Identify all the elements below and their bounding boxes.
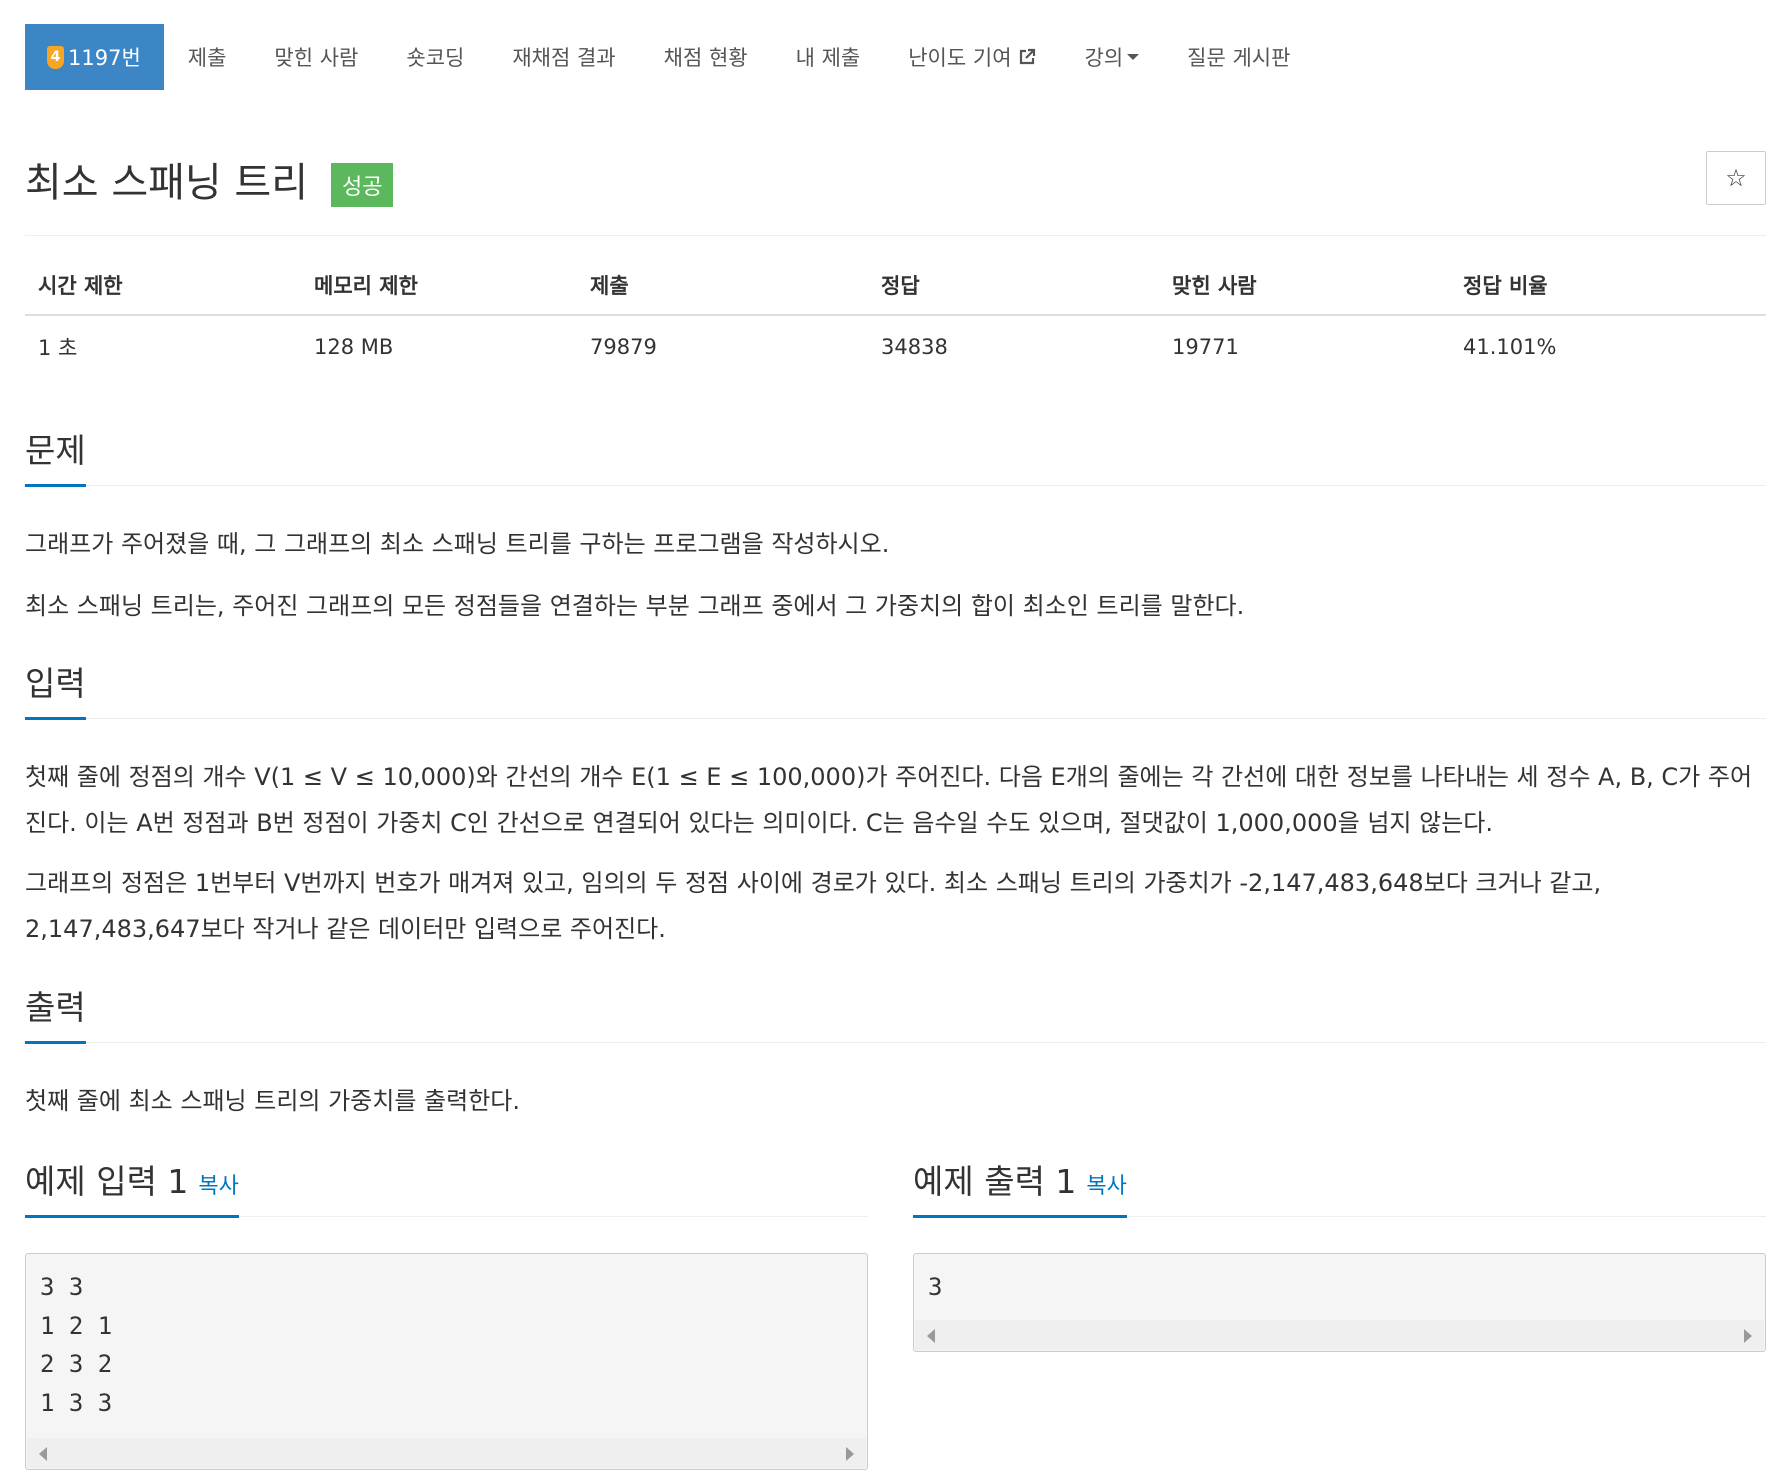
sample-input-box[interactable]: 3 3 1 2 1 2 3 2 1 3 3 <box>25 1253 868 1470</box>
input-description: 첫째 줄에 정점의 개수 V(1 ≤ V ≤ 10,000)와 간선의 개수 E… <box>25 763 1753 837</box>
nav-qna-board[interactable]: 질문 게시판 <box>1163 24 1314 90</box>
nav-solvers[interactable]: 맞힌 사람 <box>250 24 382 90</box>
table-header-row: 시간 제한 메모리 제한 제출 정답 맞힌 사람 정답 비율 <box>25 270 1766 316</box>
table-header: 메모리 제한 <box>301 270 577 316</box>
nav-difficulty-contribution[interactable]: 난이도 기여 <box>884 24 1060 90</box>
nav-lectures-label: 강의 <box>1084 46 1124 70</box>
table-cell: 19771 <box>1172 335 1239 359</box>
nav-problem-number[interactable]: 4 1197번 <box>25 24 164 90</box>
sample-input-header: 예제 입력 1 복사 <box>25 1146 868 1218</box>
sample-input-text: 3 3 1 2 1 2 3 2 1 3 3 <box>40 1273 113 1417</box>
problem-page: 4 1197번 제출 맞힌 사람 숏코딩 재채점 결과 채점 현황 내 제출 난… <box>0 0 1791 1478</box>
problem-nav: 4 1197번 제출 맞힌 사람 숏코딩 재채점 결과 채점 현황 내 제출 난… <box>25 24 1766 90</box>
scroll-left-icon[interactable] <box>927 1329 935 1343</box>
sample-output-header: 예제 출력 1 복사 <box>913 1146 1766 1218</box>
table-cell: 34838 <box>881 335 948 359</box>
table-row: 1 초 128 MB 79879 34838 19771 41.101% <box>25 315 1766 378</box>
nav-short-coding[interactable]: 숏코딩 <box>382 24 488 90</box>
external-link-icon <box>1019 48 1035 65</box>
problem-info-table: 시간 제한 메모리 제한 제출 정답 맞힌 사람 정답 비율 1 초 128 M… <box>25 270 1766 378</box>
caret-down-icon <box>1127 54 1140 60</box>
problem-number: 1197번 <box>68 46 141 70</box>
table-cell: 1 초 <box>38 336 78 360</box>
star-icon: ☆ <box>1725 164 1747 192</box>
section-output-header: 출력 <box>25 981 1766 1044</box>
section-problem-title: 문제 <box>25 424 86 487</box>
table-header: 정답 <box>868 270 1159 316</box>
section-input-title: 입력 <box>25 657 86 720</box>
sample-input-heading: 예제 입력 1 <box>25 1162 189 1201</box>
nav-my-submissions[interactable]: 내 제출 <box>772 24 885 90</box>
sample-output-box[interactable]: 3 <box>913 1253 1766 1352</box>
table-cell: 79879 <box>590 335 657 359</box>
sample-output-heading: 예제 출력 1 <box>913 1162 1077 1201</box>
table-header: 시간 제한 <box>25 270 301 316</box>
nav-status[interactable]: 채점 현황 <box>640 24 772 90</box>
table-cell: 41.101% <box>1463 335 1557 359</box>
horizontal-scrollbar[interactable] <box>915 1320 1764 1350</box>
copy-sample-input-button[interactable]: 복사 <box>198 1174 238 1199</box>
sample-output-text: 3 <box>928 1273 943 1301</box>
sample-output-title: 예제 출력 1 복사 <box>913 1155 1127 1218</box>
table-header: 정답 비율 <box>1450 270 1766 316</box>
table-header: 제출 <box>577 270 868 316</box>
scroll-left-icon[interactable] <box>39 1447 47 1461</box>
nav-rejudge-results[interactable]: 재채점 결과 <box>488 24 639 90</box>
input-description: 그래프의 정점은 1번부터 V번까지 번호가 매겨져 있고, 임의의 두 정점 … <box>25 869 1602 943</box>
nav-submit[interactable]: 제출 <box>164 24 251 90</box>
horizontal-scrollbar[interactable] <box>27 1438 866 1468</box>
status-badge: 성공 <box>331 163 394 207</box>
section-input-header: 입력 <box>25 657 1766 720</box>
scroll-right-icon[interactable] <box>846 1447 854 1461</box>
nav-lectures-dropdown[interactable]: 강의 <box>1061 24 1164 90</box>
section-problem-header: 문제 <box>25 424 1766 487</box>
section-output-title: 출력 <box>25 981 86 1044</box>
copy-sample-output-button[interactable]: 복사 <box>1086 1174 1126 1199</box>
title-row: 최소 스패닝 트리 성공 ☆ <box>25 145 1766 236</box>
favorite-star-button[interactable]: ☆ <box>1706 151 1766 205</box>
output-description: 첫째 줄에 최소 스패닝 트리의 가중치를 출력한다. <box>25 1087 521 1115</box>
tier-badge-icon: 4 <box>47 45 64 69</box>
table-header: 맞힌 사람 <box>1159 270 1450 316</box>
sample-input-title: 예제 입력 1 복사 <box>25 1155 239 1218</box>
problem-description: 최소 스패닝 트리는, 주어진 그래프의 모든 정점들을 연결하는 부분 그래프… <box>25 592 1245 620</box>
problem-description: 그래프가 주어졌을 때, 그 그래프의 최소 스패닝 트리를 구하는 프로그램을… <box>25 530 890 558</box>
nav-difficulty-label: 난이도 기여 <box>908 46 1012 70</box>
problem-title: 최소 스패닝 트리 <box>25 160 309 206</box>
scroll-right-icon[interactable] <box>1744 1329 1752 1343</box>
table-cell: 128 MB <box>314 335 394 359</box>
